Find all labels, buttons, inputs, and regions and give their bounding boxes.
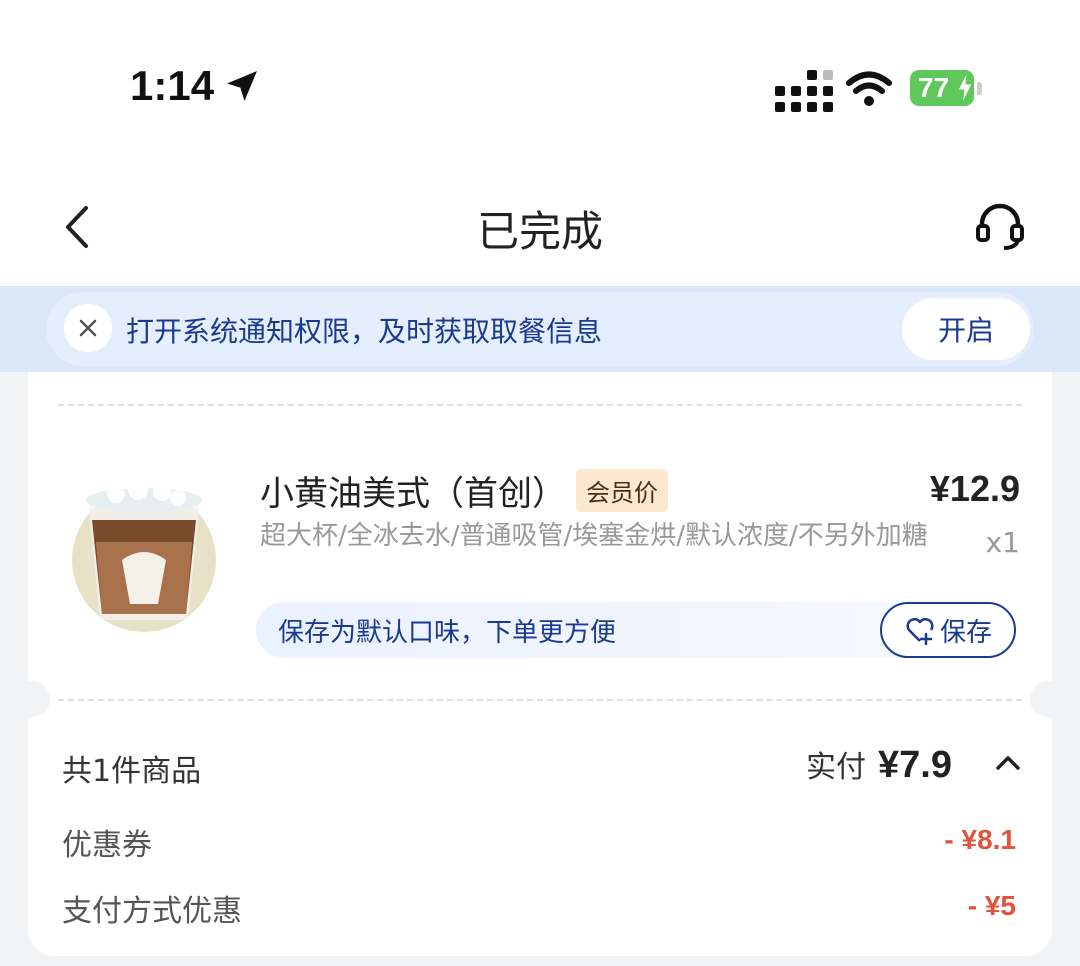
battery-level: 77 [918,72,950,103]
page-title: 已完成 [476,207,603,256]
notification-banner: 打开系统通知权限，及时获取取餐信息 开启 [0,286,1080,372]
status-time: 1:14 [130,62,262,110]
card-notch-left [28,681,50,717]
battery-tip [977,82,982,95]
coupon-value: - ¥8.1 [944,824,1016,855]
product-name: 小黄油美式（首创） [260,474,566,514]
item-price: ¥12.9 [929,468,1020,509]
order-card: 小黄油美式（首创） 会员价 ¥12.9 超大杯/全冰去水/普通吸管/埃塞金烘/默… [28,372,1052,956]
divider [58,404,1022,406]
charging-bolt-icon [957,72,973,104]
member-price-badge: 会员价 [576,469,668,512]
product-name-row: 小黄油美式（首创） 会员价 [260,466,668,515]
divider [58,699,1022,701]
enable-notifications-button[interactable]: 开启 [902,298,1030,360]
item-quantity: x1 [985,526,1020,559]
coupon-label: 优惠券 [62,828,152,863]
nav-bar: 已完成 [0,180,1080,286]
save-preference-tip: 保存为默认口味，下单更方便 [278,618,617,648]
status-bar: 1:14 77 [0,0,1080,180]
banner-text: 打开系统通知权限，及时获取取餐信息 [126,315,603,348]
paid-label: 实付 [806,750,867,785]
cellular-signal-icon [775,70,833,112]
save-button-label: 保存 [939,617,992,648]
paid-total: 实付 ¥7.9 [806,742,952,787]
close-banner-button[interactable] [64,304,112,352]
location-arrow-icon [227,71,258,101]
payment-discount-value: - ¥5 [967,890,1016,921]
product-image[interactable] [66,464,222,632]
item-specs: 超大杯/全冰去水/普通吸管/埃塞金烘/默认浓度/不另外加糖 [260,521,928,551]
close-icon [79,319,97,337]
customer-service-headset-icon[interactable] [974,200,1026,252]
time-text: 1:14 [130,62,215,109]
save-preference-bar: 保存为默认口味，下单更方便 保存 [256,602,1016,658]
card-notch-right [1030,681,1052,717]
save-preference-button[interactable]: 保存 [880,602,1016,658]
paid-amount: ¥7.9 [878,744,952,786]
item-count: 共1件商品 [62,754,202,789]
chevron-up-icon[interactable] [994,752,1022,772]
wifi-icon [846,71,892,106]
payment-discount-label: 支付方式优惠 [62,894,242,929]
heart-plus-icon [906,617,934,645]
